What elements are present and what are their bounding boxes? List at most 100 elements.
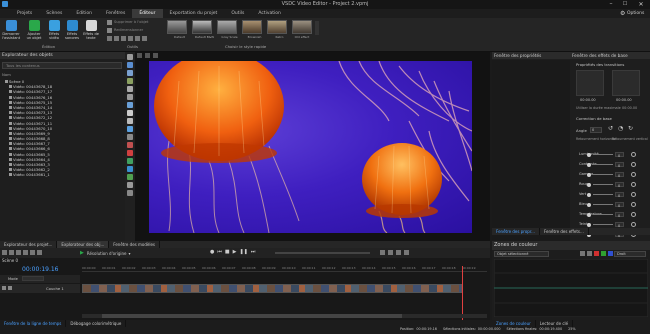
track-lock-icon[interactable] xyxy=(8,286,12,290)
copy-tl-icon[interactable] xyxy=(23,250,28,255)
line-tool-icon[interactable] xyxy=(127,94,133,100)
layer-mode-dropdown[interactable] xyxy=(22,276,44,281)
rotate-circle-icon[interactable]: ◔ xyxy=(618,125,623,132)
effect-tool-icon[interactable] xyxy=(127,166,133,172)
cursor-tool-icon[interactable] xyxy=(127,142,133,148)
slider-knob[interactable] xyxy=(587,182,591,187)
object-select-dropdown[interactable]: Objet sélectionné xyxy=(494,251,549,257)
resize-icon[interactable] xyxy=(107,28,112,33)
slider-reset-button[interactable] xyxy=(631,172,636,177)
rotate-left-icon[interactable]: ↺ xyxy=(608,125,613,132)
slider-value-field[interactable]: 0 xyxy=(615,172,624,178)
effects-title[interactable]: Fenêtre des effets de base xyxy=(572,53,628,58)
audio-tool-icon[interactable] xyxy=(127,70,133,76)
timeline-scrollbar[interactable] xyxy=(82,314,487,318)
style-thumb-grayscale[interactable] xyxy=(217,20,237,34)
cut-icon[interactable] xyxy=(107,20,112,25)
next-icon[interactable]: ⏭ xyxy=(251,249,256,255)
audio-effects-button[interactable]: Effets sonores xyxy=(63,20,81,40)
tree-video-item[interactable]: Vidéo: 00443661_1 xyxy=(7,172,123,177)
slider-knob[interactable] xyxy=(587,152,591,157)
preview-grid-icon[interactable] xyxy=(137,53,142,58)
slider-knob[interactable] xyxy=(587,212,591,217)
tab-object-explorer[interactable]: Explorateur des obj... xyxy=(57,241,110,248)
loop-icon[interactable] xyxy=(404,250,409,255)
paste-tl-icon[interactable] xyxy=(30,250,35,255)
slider-track[interactable] xyxy=(593,174,613,175)
slider-value-field[interactable]: 0 xyxy=(615,222,624,228)
video-preview[interactable] xyxy=(149,61,472,233)
slider-track[interactable] xyxy=(593,204,613,205)
zone-red-icon[interactable] xyxy=(594,251,599,256)
zoom-level[interactable]: 25% xyxy=(568,327,576,331)
tab-color-debug[interactable]: Débogage colorimétrique xyxy=(66,320,127,327)
tab-properties-window[interactable]: Fenêtre des propr... xyxy=(492,228,540,235)
menu-tab-activation[interactable]: Activation xyxy=(251,9,288,18)
menu-tab-export[interactable]: Exportation du projet xyxy=(163,9,225,18)
slider-reset-button[interactable] xyxy=(631,182,636,187)
tab-effects-window[interactable]: Fenêtre des effets... xyxy=(540,228,589,235)
marker-icon[interactable] xyxy=(37,250,42,255)
menu-tab-projets[interactable]: Projets xyxy=(10,9,39,18)
video-tool-icon[interactable] xyxy=(127,62,133,68)
style-scroll-arrow[interactable] xyxy=(315,21,319,35)
rect-tool-icon[interactable] xyxy=(127,102,133,108)
rotate-right-icon[interactable]: ↻ xyxy=(628,125,633,132)
style-thumb-brownish[interactable] xyxy=(242,20,262,34)
minimize-button[interactable]: – xyxy=(606,1,616,8)
slider-track[interactable] xyxy=(593,214,613,215)
properties-title[interactable]: Fenêtre des propriétés xyxy=(494,53,541,58)
mask-tool-icon[interactable] xyxy=(127,158,133,164)
tools-item-delete[interactable]: Supprimer à l'objet xyxy=(114,20,148,24)
zone-green-icon[interactable] xyxy=(601,251,606,256)
shape-tool-icon[interactable] xyxy=(127,86,133,92)
video-effects-button[interactable]: Effets vidéo xyxy=(45,20,63,40)
timeline-scroll-thumb[interactable] xyxy=(102,314,402,318)
zone-icon-1[interactable] xyxy=(580,251,585,256)
wizard-button[interactable]: Demarrer l'assistant xyxy=(2,20,20,40)
close-button[interactable]: ✕ xyxy=(636,1,646,8)
slider-track[interactable] xyxy=(593,184,613,185)
flip-horizontal-checkbox[interactable]: Retournement horizontal xyxy=(576,137,616,141)
slider-track[interactable] xyxy=(593,194,613,195)
split-icon[interactable] xyxy=(121,36,126,41)
zoom-tool-icon[interactable] xyxy=(127,174,133,180)
tab-key-reader[interactable]: Lecteur de clé xyxy=(536,320,574,327)
image-tool-icon[interactable] xyxy=(127,78,133,84)
slider-knob[interactable] xyxy=(587,192,591,197)
preview-snap-icon[interactable] xyxy=(145,53,150,58)
style-thumb-retro[interactable] xyxy=(267,20,287,34)
play-icon[interactable]: ▶ xyxy=(233,249,237,255)
flip-vertical-checkbox[interactable]: Retournement vertical xyxy=(612,137,648,141)
speed-icon[interactable] xyxy=(135,36,140,41)
chart-tool-icon[interactable] xyxy=(127,126,133,132)
style-thumb-default[interactable] xyxy=(167,20,187,34)
mode-dropdown[interactable]: Droit xyxy=(614,251,646,257)
stabilize-icon[interactable] xyxy=(142,36,147,41)
angle-field[interactable]: 0 xyxy=(590,127,602,133)
slider-reset-button[interactable] xyxy=(631,222,636,227)
subtitle-tool-icon[interactable] xyxy=(127,118,133,124)
sprite-tool-icon[interactable] xyxy=(127,134,133,140)
menu-tab-fenetres[interactable]: Fenêtres xyxy=(99,9,132,18)
style-thumb-old[interactable] xyxy=(292,20,312,34)
video-clip-strip[interactable] xyxy=(82,284,462,293)
undo-icon[interactable] xyxy=(2,250,7,255)
preview-guide-icon[interactable] xyxy=(153,53,158,58)
menu-tab-editeur[interactable]: Éditeur xyxy=(132,9,163,18)
timeline-ruler[interactable]: 00:00:00 00:00:01 00:00:02 00:00:03 00:00:04… xyxy=(82,266,487,272)
menu-tab-scenes[interactable]: Scènes xyxy=(39,9,69,18)
slider-knob[interactable] xyxy=(587,202,591,207)
resolution-dropdown[interactable]: ▶ Résolution d'origine ▾ xyxy=(80,250,131,256)
pointer-icon[interactable] xyxy=(127,54,133,60)
tab-templates[interactable]: Fenêtre des modèles xyxy=(109,241,161,248)
slider-reset-button[interactable] xyxy=(631,162,636,167)
maximize-button[interactable]: ☐ xyxy=(620,1,630,8)
style-thumb-bw[interactable] xyxy=(192,20,212,34)
crop-icon[interactable] xyxy=(107,36,112,41)
slider-track[interactable] xyxy=(593,154,613,155)
slider-reset-button[interactable] xyxy=(631,192,636,197)
slider-value-field[interactable]: 0 xyxy=(615,182,624,188)
hand-tool-icon[interactable] xyxy=(127,182,133,188)
options-button[interactable]: Options xyxy=(627,11,644,16)
